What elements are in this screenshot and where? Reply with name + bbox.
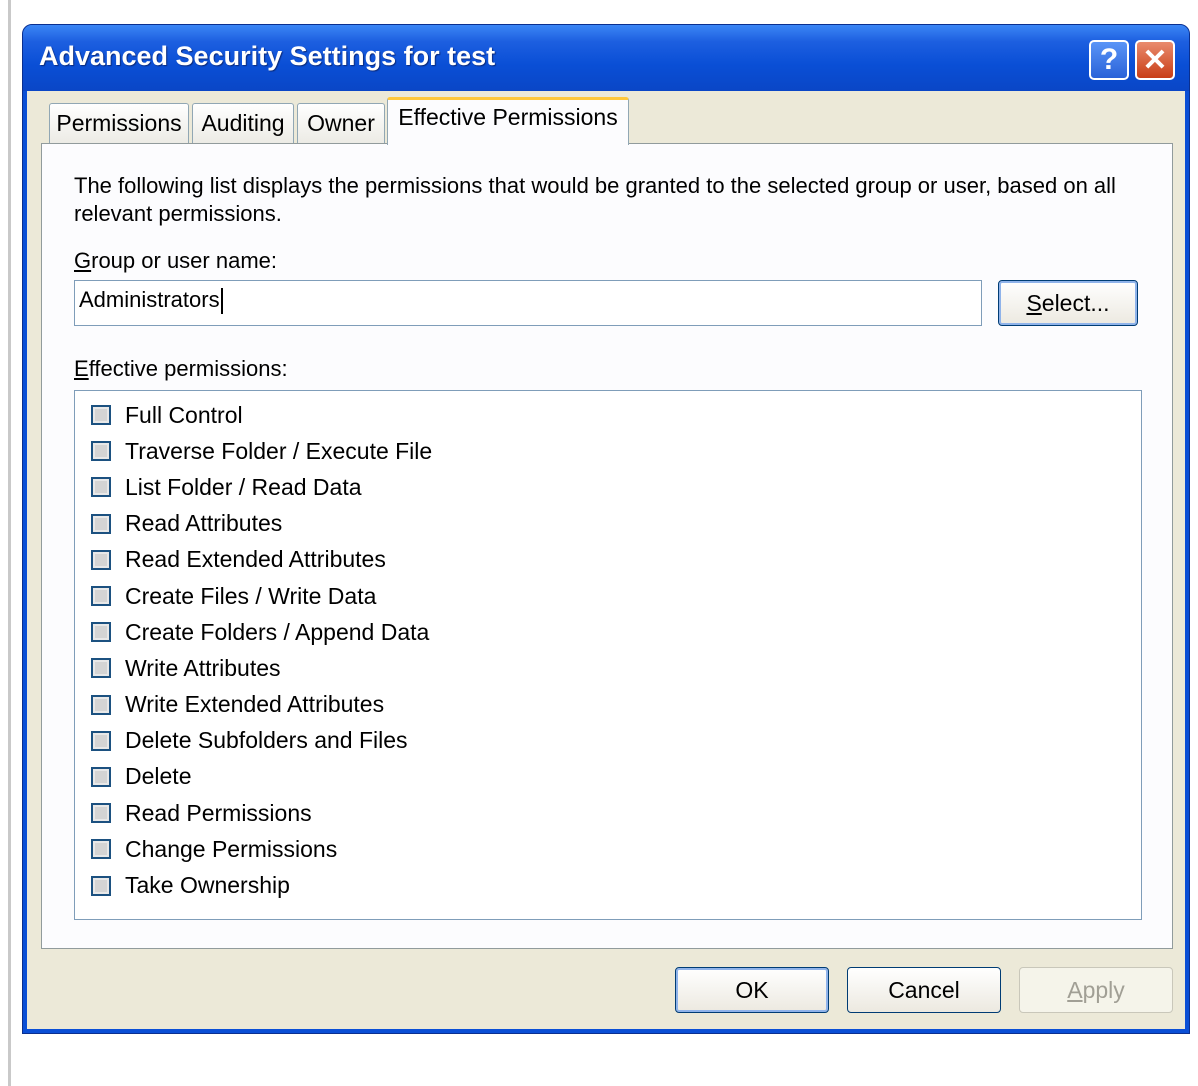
permission-item: List Folder / Read Data [75, 469, 1141, 505]
tab-owner[interactable]: Owner [297, 103, 385, 143]
permission-item: Delete Subfolders and Files [75, 723, 1141, 759]
apply-button[interactable]: Apply [1019, 967, 1173, 1013]
permission-checkbox [91, 622, 111, 643]
permission-label: Create Files / Write Data [125, 582, 377, 609]
permission-label: Delete Subfolders and Files [125, 727, 408, 754]
permission-item: Read Extended Attributes [75, 542, 1141, 578]
permission-checkbox [91, 405, 111, 426]
help-button[interactable]: ? [1089, 40, 1129, 80]
group-or-user-value: Administrators [79, 287, 220, 312]
permission-item: Traverse Folder / Execute File [75, 433, 1141, 469]
permission-checkbox [91, 803, 111, 824]
permission-label: Delete [125, 763, 192, 790]
tab-effective-permissions[interactable]: Effective Permissions [387, 97, 629, 145]
permission-item: Delete [75, 759, 1141, 795]
permission-item: Write Attributes [75, 650, 1141, 686]
permission-checkbox [91, 477, 111, 498]
permission-checkbox [91, 549, 111, 570]
permission-item: Write Extended Attributes [75, 687, 1141, 723]
permission-item: Read Permissions [75, 795, 1141, 831]
permission-item: Create Files / Write Data [75, 578, 1141, 614]
permission-label: Full Control [125, 401, 243, 428]
select-button[interactable]: Select... [998, 280, 1138, 326]
permission-checkbox [91, 875, 111, 896]
tab-label: Owner [307, 110, 375, 136]
permission-item: Read Attributes [75, 506, 1141, 542]
permission-item: Take Ownership [75, 867, 1141, 903]
tab-panel: The following list displays the permissi… [41, 143, 1173, 949]
cancel-button[interactable]: Cancel [847, 967, 1001, 1013]
ok-button-label: OK [735, 976, 769, 1003]
group-or-user-label: Group or user name: [74, 248, 277, 273]
permission-checkbox [91, 766, 111, 787]
effective-permissions-label: Effective permissions: [74, 356, 288, 381]
title-bar[interactable]: Advanced Security Settings for test ? ✕ [23, 25, 1189, 91]
help-icon: ? [1099, 43, 1119, 76]
left-divider [8, 0, 11, 1086]
description-text: The following list displays the permissi… [74, 173, 1116, 226]
permission-label: Traverse Folder / Execute File [125, 437, 433, 464]
dialog-client-area: Permissions Auditing Owner Effective Per… [27, 91, 1185, 1029]
dialog-window: Advanced Security Settings for test ? ✕ … [22, 24, 1190, 1034]
effective-permissions-list[interactable]: Full Control Traverse Folder / Execute Fi… [74, 390, 1142, 920]
permission-checkbox [91, 513, 111, 534]
permission-checkbox [91, 586, 111, 607]
permission-label: Change Permissions [125, 835, 338, 862]
apply-button-label: Apply [1067, 976, 1125, 1003]
permission-checkbox [91, 658, 111, 679]
ok-button[interactable]: OK [675, 967, 829, 1013]
permission-label: Read Extended Attributes [125, 546, 386, 573]
permission-checkbox [91, 441, 111, 462]
permission-item: Create Folders / Append Data [75, 614, 1141, 650]
permission-item: Full Control [75, 397, 1141, 433]
close-button[interactable]: ✕ [1135, 40, 1175, 80]
permission-label: Take Ownership [125, 872, 290, 899]
permission-label: Read Permissions [125, 799, 312, 826]
permission-checkbox [91, 730, 111, 751]
permission-checkbox [91, 839, 111, 860]
text-caret [220, 288, 223, 315]
window-title: Advanced Security Settings for test [39, 41, 496, 71]
permission-label: Write Extended Attributes [125, 691, 385, 718]
group-or-user-name-field[interactable]: Administrators [74, 280, 982, 326]
permission-label: Read Attributes [125, 510, 283, 537]
tab-label: Permissions [56, 110, 182, 136]
tab-label: Effective Permissions [398, 104, 618, 130]
select-button-label: Select... [1026, 289, 1110, 316]
tab-label: Auditing [201, 110, 285, 136]
permission-label: List Folder / Read Data [125, 473, 362, 500]
permission-label: Write Attributes [125, 654, 281, 681]
tab-permissions[interactable]: Permissions [49, 103, 189, 143]
tab-auditing[interactable]: Auditing [192, 103, 294, 143]
cancel-button-label: Cancel [888, 976, 960, 1003]
permission-checkbox [91, 694, 111, 715]
close-icon: ✕ [1142, 43, 1168, 77]
permission-item: Change Permissions [75, 831, 1141, 867]
permission-label: Create Folders / Append Data [125, 618, 430, 645]
